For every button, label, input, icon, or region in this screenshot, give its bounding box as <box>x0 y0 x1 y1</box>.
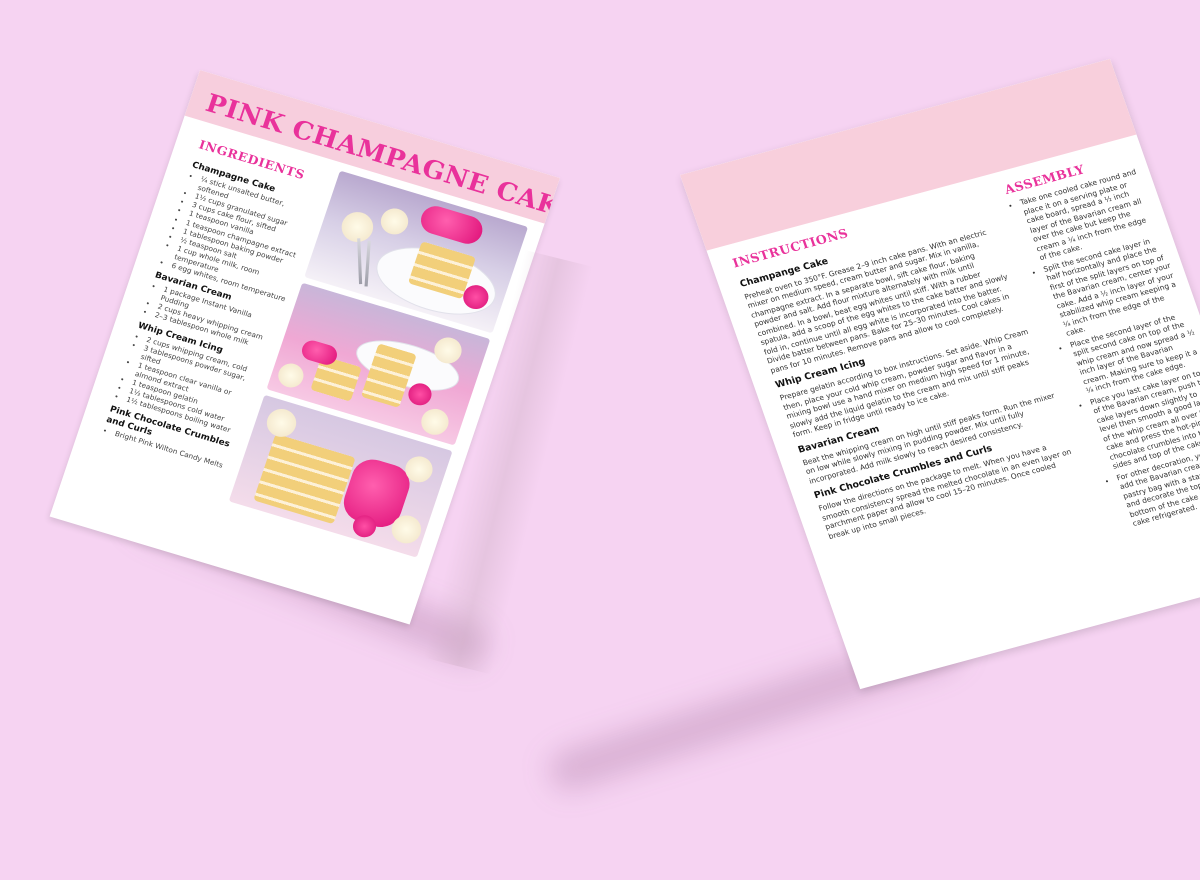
white-rose <box>377 205 412 238</box>
cake-slice <box>253 433 356 525</box>
frosting <box>417 202 487 248</box>
white-rose <box>275 360 307 391</box>
left-page: Pink Champagne Cake INGREDIENTS Champagn… <box>49 70 560 625</box>
white-rose <box>417 405 453 439</box>
fork <box>364 240 371 287</box>
fork <box>357 238 363 285</box>
book-mockup-scene: Pink Champagne Cake INGREDIENTS Champagn… <box>0 0 1200 880</box>
right-page: INSTRUCTIONS ASSEMBLY Champange Cake Pre… <box>680 58 1200 690</box>
white-rose <box>263 405 300 441</box>
